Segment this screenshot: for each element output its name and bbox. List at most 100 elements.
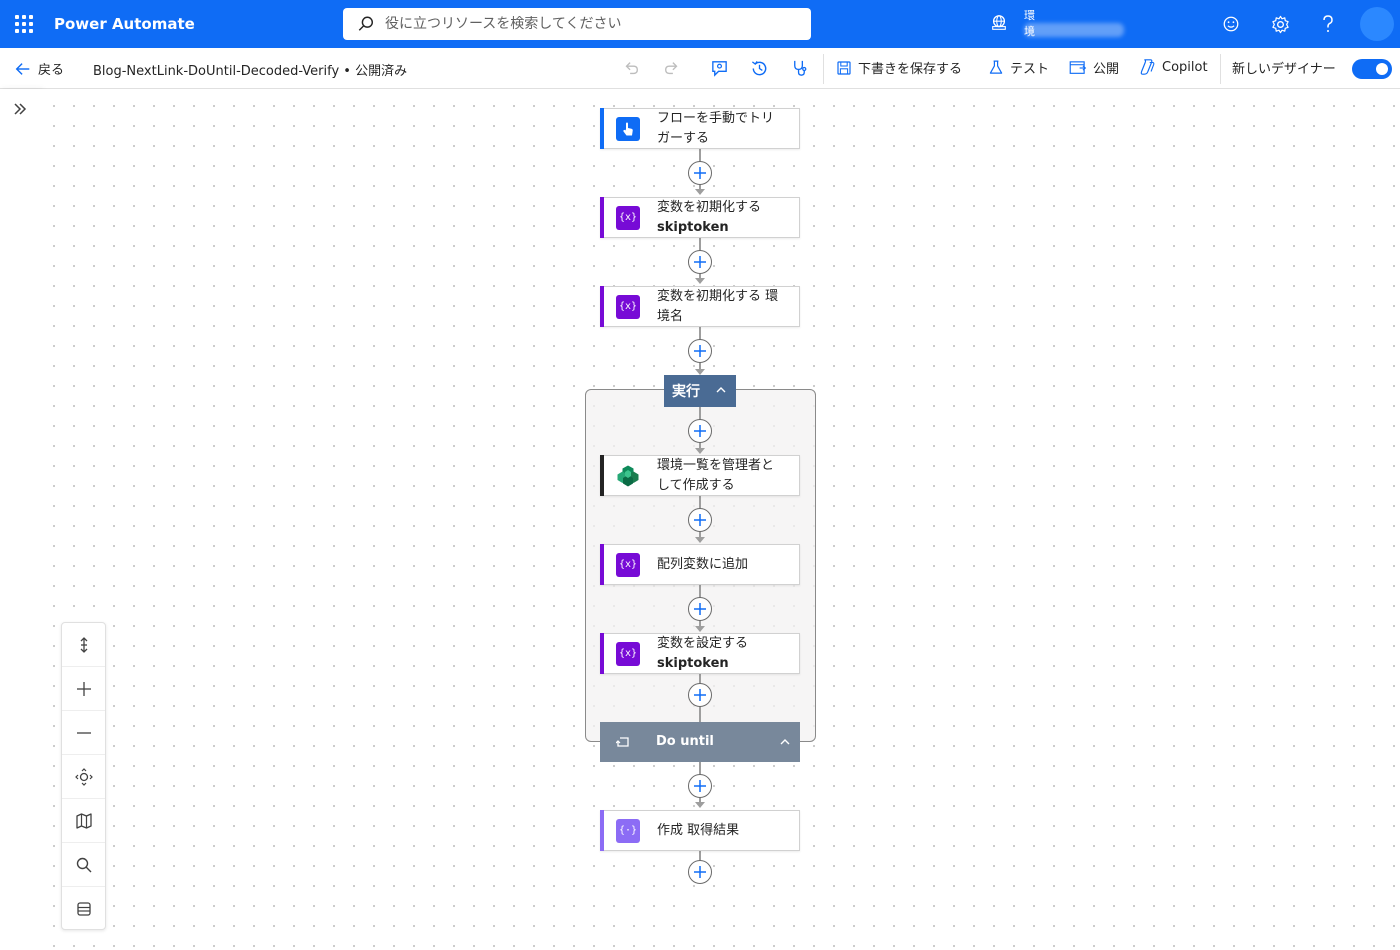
help-icon[interactable] (1316, 12, 1340, 36)
test-label: テスト (1010, 62, 1050, 77)
connector-arrow (695, 448, 705, 454)
variable-icon: {x} (616, 552, 640, 577)
minus-icon (76, 731, 91, 734)
insert-step-button[interactable] (688, 250, 712, 274)
flow-title: Blog-NextLink-DoUntil-Decoded-Verify • 公… (93, 64, 408, 79)
set-variable-card[interactable]: {x} 変数を設定する skiptoken (600, 633, 800, 674)
card-title: 環境一覧を管理者と して作成する (657, 457, 775, 493)
trigger-card[interactable]: フローを手動でトリ ガーする (600, 108, 800, 149)
plus-icon (694, 780, 706, 792)
insert-step-button[interactable] (688, 161, 712, 185)
plus-icon (694, 603, 706, 615)
initialize-variable-card[interactable]: {x} 変数を初期化する skiptoken (600, 197, 800, 238)
insert-step-button[interactable] (688, 860, 712, 884)
search-icon (76, 857, 91, 872)
card-title: フローを手動でトリ ガーする (657, 110, 775, 146)
connector-arrow (695, 802, 705, 808)
plus-icon (694, 167, 706, 179)
do-until-footer[interactable]: Do until (600, 722, 800, 762)
environment-icon (992, 15, 1006, 30)
plus-icon (694, 689, 706, 701)
compose-card[interactable]: {·} 作成 取得結果 (600, 810, 800, 851)
feedback-icon[interactable] (1219, 12, 1243, 36)
append-array-variable-card[interactable]: {x} 配列変数に追加 (600, 544, 800, 585)
collapse-all-button[interactable] (62, 887, 105, 931)
separator (823, 54, 824, 84)
connector-arrow (695, 189, 705, 195)
flow-checker-icon[interactable] (709, 58, 729, 78)
diagnostics-icon[interactable] (789, 58, 809, 78)
scope-header[interactable]: 実行 (664, 375, 736, 407)
plus-icon (694, 514, 706, 526)
search-canvas-button[interactable] (62, 843, 105, 887)
app-name[interactable]: Power Automate (54, 15, 344, 33)
insert-step-button[interactable] (688, 597, 712, 621)
power-platform-icon (616, 464, 640, 488)
canvas-controls (61, 622, 106, 930)
environment-name-redacted (1024, 23, 1124, 37)
publish-label: 公開 (1093, 62, 1120, 77)
collapse-icon (76, 902, 91, 916)
scope-label: 実行 (672, 384, 700, 400)
settings-gear-icon[interactable] (1268, 12, 1292, 36)
app-launcher-icon[interactable] (0, 0, 48, 48)
card-title: 配列変数に追加 (657, 556, 749, 572)
search-icon (358, 16, 374, 31)
flask-icon (989, 60, 1003, 74)
copilot-button[interactable]: Copilot (1138, 58, 1208, 76)
test-button[interactable]: テスト (988, 58, 1049, 77)
plus-icon (694, 425, 706, 437)
connector-arrow (695, 278, 705, 284)
zoom-out-button[interactable] (62, 711, 105, 755)
variable-icon: {x} (616, 205, 640, 230)
insert-step-button[interactable] (688, 419, 712, 443)
publish-button[interactable]: 公開 (1069, 58, 1119, 77)
insert-step-button[interactable] (688, 683, 712, 707)
version-history-icon[interactable] (749, 58, 769, 78)
back-arrow-icon (15, 62, 30, 75)
loop-icon (616, 737, 629, 747)
plus-icon (694, 866, 706, 878)
minimap-button[interactable] (62, 799, 105, 843)
fit-view-button[interactable] (62, 755, 105, 799)
fit-view-icon (74, 767, 93, 786)
card-title: 変数を初期化する skiptoken (657, 199, 762, 235)
insert-step-button[interactable] (688, 339, 712, 363)
top-header: Power Automate 環境 (0, 0, 1400, 48)
back-button[interactable]: 戻る (14, 59, 64, 78)
publish-icon (1069, 60, 1087, 74)
search-input[interactable] (385, 16, 785, 32)
user-avatar[interactable] (1360, 7, 1394, 41)
command-bar: 戻る Blog-NextLink-DoUntil-Decoded-Verify … (0, 48, 1400, 89)
separator (1220, 54, 1221, 84)
left-rail (0, 89, 41, 950)
card-title: 変数を設定する skiptoken (657, 635, 749, 671)
manual-trigger-icon (616, 116, 640, 141)
redo-icon[interactable] (662, 58, 682, 78)
initialize-variable-card[interactable]: {x} 変数を初期化する 環境名 (600, 286, 800, 327)
plus-icon (694, 345, 706, 357)
connector-arrow (695, 626, 705, 632)
save-icon (837, 60, 851, 75)
insert-step-button[interactable] (688, 774, 712, 798)
fit-vertical-button[interactable] (62, 623, 105, 667)
expand-chevron-icon[interactable] (10, 99, 30, 119)
copilot-label: Copilot (1162, 59, 1208, 75)
plus-icon (76, 681, 91, 696)
vertical-fit-icon (80, 636, 87, 653)
chevron-up-icon[interactable] (778, 735, 792, 749)
insert-step-button[interactable] (688, 508, 712, 532)
search-box[interactable] (343, 8, 811, 40)
zoom-in-button[interactable] (62, 667, 105, 711)
save-draft-button[interactable]: 下書きを保存する (836, 58, 962, 77)
connector-arrow (695, 537, 705, 543)
new-designer-toggle[interactable] (1352, 59, 1392, 79)
map-icon (75, 812, 92, 829)
new-designer-label: 新しいデザイナー (1232, 62, 1336, 77)
undo-icon[interactable] (621, 58, 641, 78)
do-until-label: Do until (656, 734, 714, 749)
save-draft-label: 下書きを保存する (858, 62, 963, 77)
chevron-up-icon[interactable] (714, 383, 728, 397)
list-environments-card[interactable]: 環境一覧を管理者と して作成する (600, 455, 800, 496)
card-title: 作成 取得結果 (657, 822, 740, 838)
